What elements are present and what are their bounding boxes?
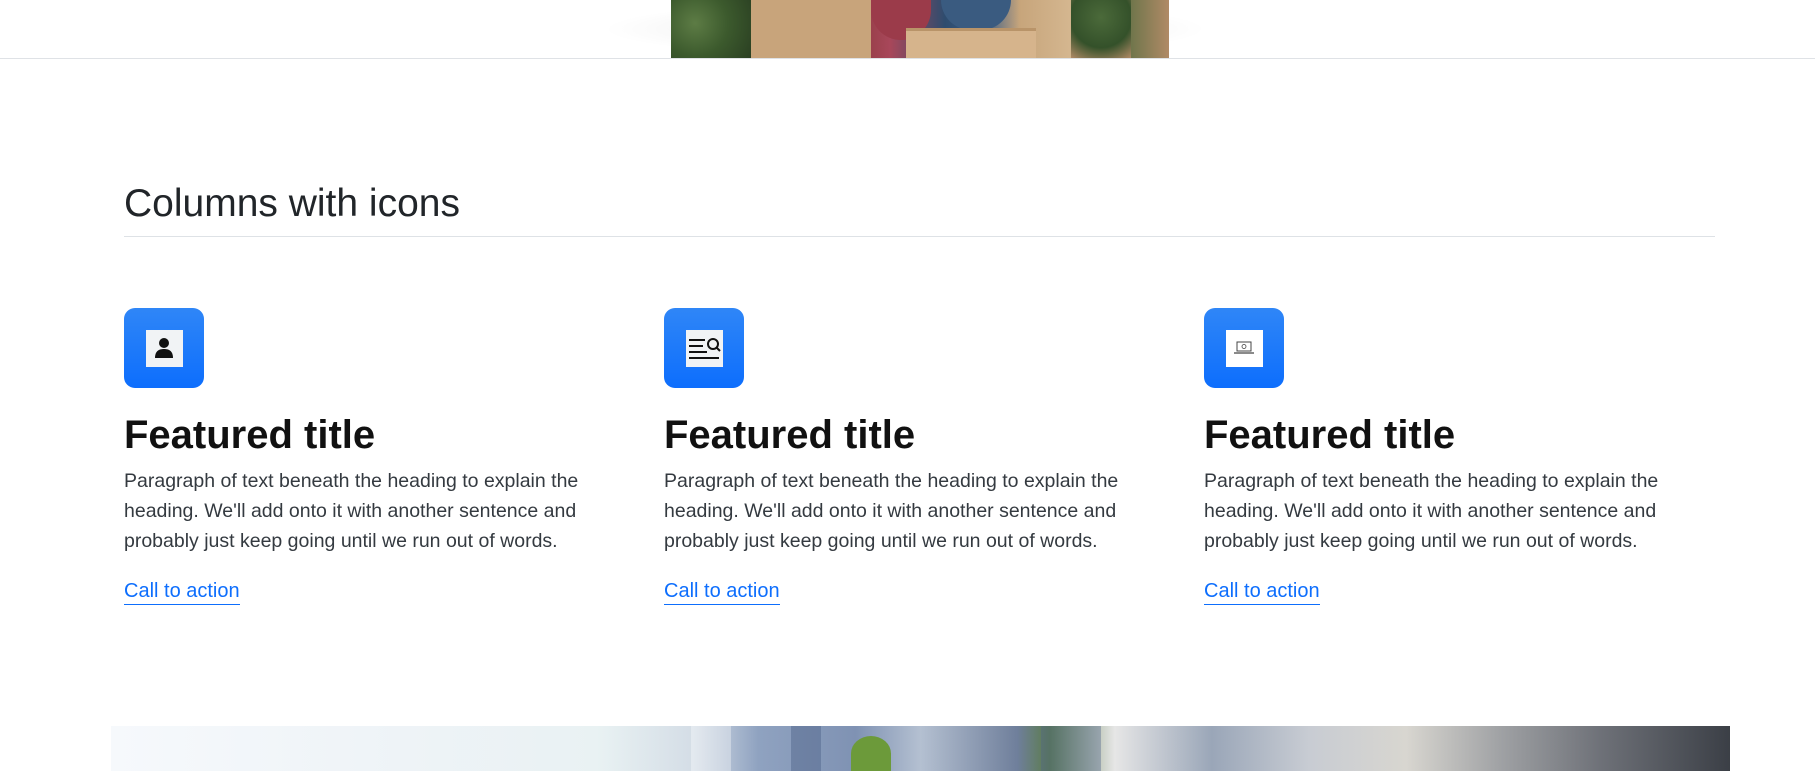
person-icon — [145, 329, 183, 367]
search-document-icon — [685, 329, 723, 367]
bottom-image — [111, 726, 1730, 771]
feature-title: Featured title — [664, 413, 916, 457]
hero-image-person — [941, 0, 1011, 30]
hero-image-box — [751, 0, 871, 58]
hero-image-plant — [671, 0, 751, 58]
feature-text: Paragraph of text beneath the heading to… — [664, 470, 1119, 552]
feature-icon-box — [664, 308, 744, 388]
call-to-action-link[interactable]: Call to action — [664, 578, 780, 605]
bottom-image-plant — [851, 736, 891, 771]
feature-text: Paragraph of text beneath the heading to… — [1204, 470, 1659, 552]
feature-column: Featured title Paragraph of text beneath… — [1204, 308, 1704, 605]
feature-column: Featured title Paragraph of text beneath… — [124, 308, 624, 605]
feature-title: Featured title — [124, 413, 376, 457]
feature-text: Paragraph of text beneath the heading to… — [124, 470, 579, 552]
call-to-action-link[interactable]: Call to action — [1204, 578, 1320, 605]
feature-icon-box — [1204, 308, 1284, 388]
section-divider — [124, 236, 1715, 237]
top-hero-strip — [0, 0, 1815, 59]
page: Columns with icons Featured title Paragr… — [0, 0, 1815, 771]
bottom-image-detail — [1041, 726, 1101, 771]
bottom-image-detail — [791, 726, 821, 771]
hero-image-box — [906, 28, 1036, 58]
hero-image — [671, 0, 1169, 58]
section-title: Columns with icons — [124, 182, 460, 225]
feature-column: Featured title Paragraph of text beneath… — [664, 308, 1164, 605]
hero-image-plant — [1071, 0, 1131, 58]
laptop-icon — [1225, 329, 1263, 367]
feature-icon-box — [124, 308, 204, 388]
bottom-image-detail — [691, 726, 731, 771]
feature-title: Featured title — [1204, 413, 1456, 457]
call-to-action-link[interactable]: Call to action — [124, 578, 240, 605]
